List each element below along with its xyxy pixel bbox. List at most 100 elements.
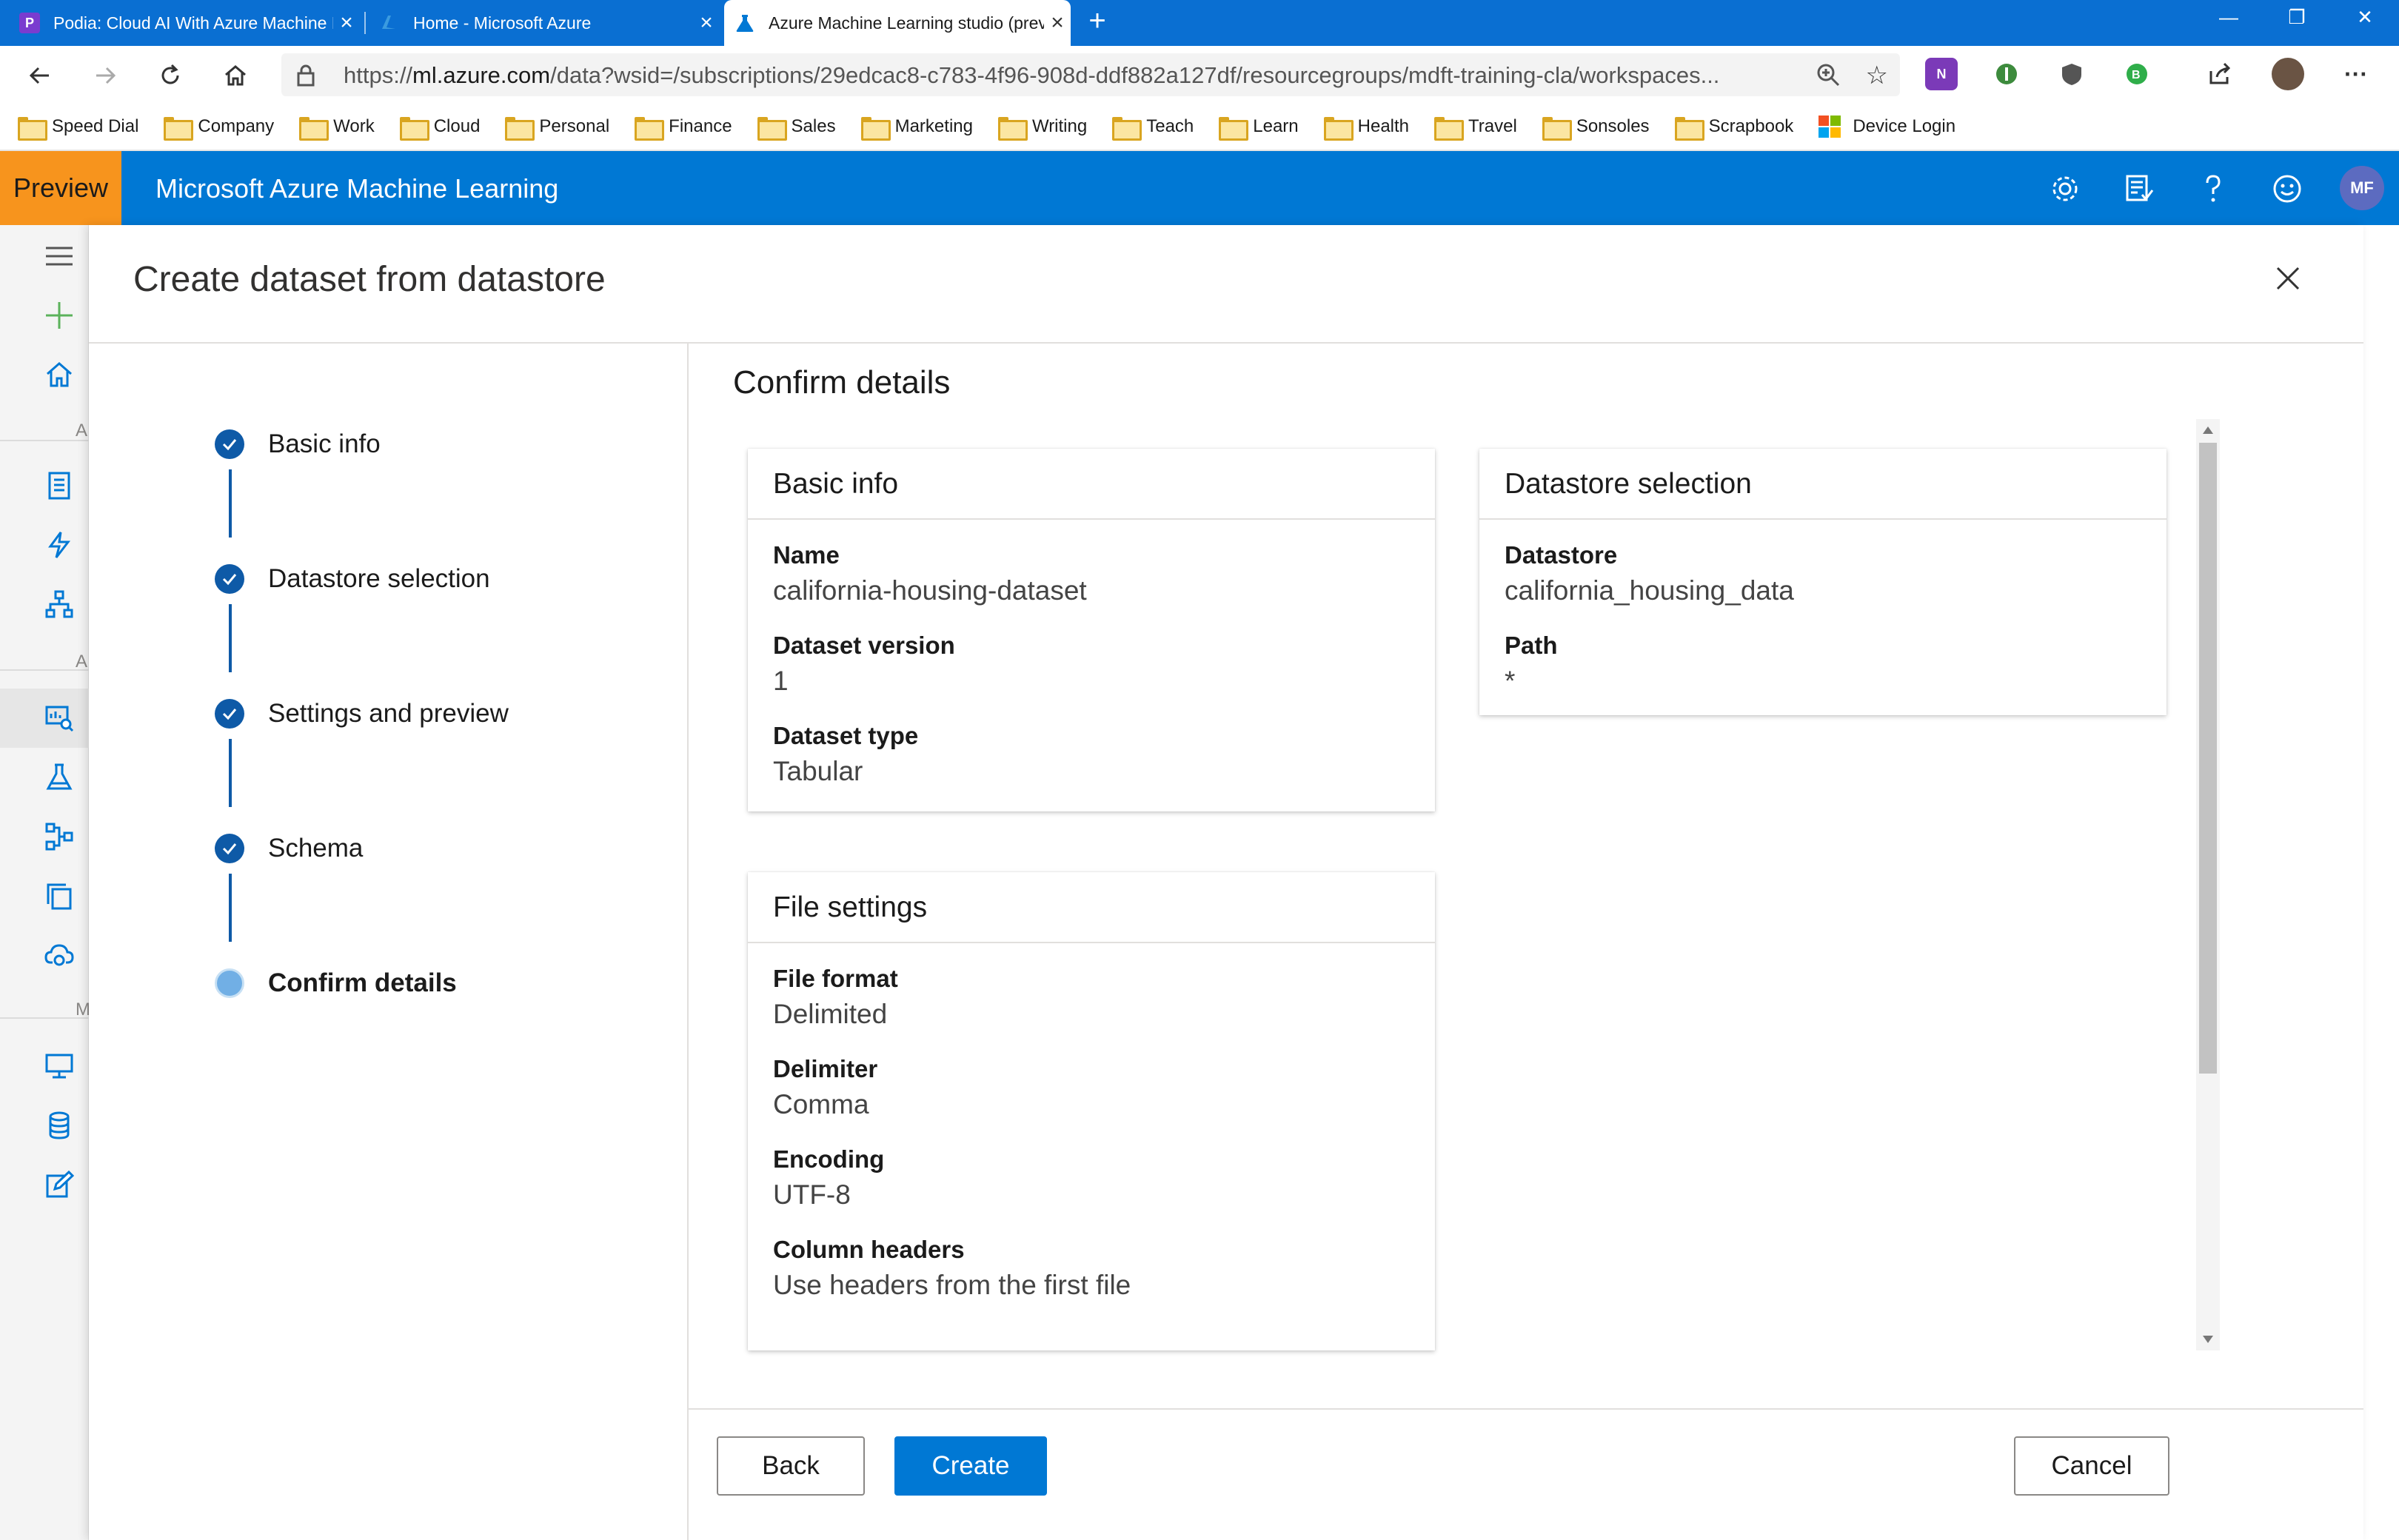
folder-icon <box>757 117 787 141</box>
check-icon <box>215 429 244 459</box>
bookmark-company[interactable]: Company <box>164 116 274 141</box>
bookmark-health[interactable]: Health <box>1323 116 1409 141</box>
field-delimiter: Delimiter Comma <box>748 1053 1435 1124</box>
field-value: Use headers from the first file <box>773 1270 1131 1300</box>
tab-title: Podia: Cloud AI With Azure Machine Learn… <box>53 13 333 33</box>
folder-icon <box>1542 117 1572 141</box>
scroll-up-arrow-icon[interactable] <box>2203 426 2213 434</box>
hamburger-menu-icon[interactable] <box>43 240 76 272</box>
close-tab-icon[interactable]: × <box>693 12 720 34</box>
step-confirm-details[interactable]: Confirm details <box>215 968 457 998</box>
bookmark-device-login[interactable]: Device Login <box>1819 116 1955 138</box>
automated-ml-icon[interactable] <box>43 529 76 561</box>
bookmark-scrapbook[interactable]: Scrapbook <box>1674 116 1793 141</box>
pipelines-icon[interactable] <box>43 820 76 853</box>
ublock-extension-icon[interactable] <box>2055 58 2088 90</box>
close-tab-icon[interactable]: × <box>333 12 360 34</box>
bookmark-marketing[interactable]: Marketing <box>860 116 973 141</box>
favorite-star-icon[interactable]: ☆ <box>1866 61 1888 90</box>
content-scrollbar[interactable] <box>2196 419 2220 1350</box>
bookmark-learn[interactable]: Learn <box>1219 116 1299 141</box>
step-label: Basic info <box>268 429 381 458</box>
step-datastore-selection[interactable]: Datastore selection <box>215 564 490 594</box>
bookmark-personal[interactable]: Personal <box>505 116 609 141</box>
bookmark-sonsoles[interactable]: Sonsoles <box>1542 116 1650 141</box>
field-value: Tabular <box>773 756 863 786</box>
share-icon[interactable] <box>2204 58 2236 90</box>
close-window-icon[interactable]: ✕ <box>2331 0 2399 36</box>
bookmark-label: Sonsoles <box>1576 116 1650 136</box>
plus-create-icon[interactable] <box>43 299 76 332</box>
bookmark-teach[interactable]: Teach <box>1112 116 1194 141</box>
minimize-window-icon[interactable]: — <box>2195 0 2263 36</box>
left-nav-rail: A A M <box>0 225 90 1540</box>
endpoints-cloud-icon[interactable] <box>43 939 76 971</box>
rail-divider <box>0 440 89 441</box>
browser-tab-azure-home[interactable]: Home - Microsoft Azure × <box>379 4 720 41</box>
field-path: Path * <box>1479 629 2167 700</box>
step-connector <box>229 604 232 672</box>
compute-monitor-icon[interactable] <box>43 1050 76 1082</box>
restore-window-icon[interactable]: ❐ <box>2263 0 2331 36</box>
smiley-feedback-icon[interactable] <box>2269 170 2306 207</box>
bookmark-travel[interactable]: Travel <box>1434 116 1517 141</box>
experiments-flask-icon[interactable] <box>43 761 76 794</box>
feedback-list-icon[interactable] <box>2121 170 2158 207</box>
step-schema[interactable]: Schema <box>215 834 363 863</box>
datastores-database-icon[interactable] <box>43 1109 76 1142</box>
cancel-button[interactable]: Cancel <box>2014 1436 2169 1496</box>
folder-icon <box>1434 117 1465 141</box>
notebook-icon[interactable] <box>43 469 76 502</box>
field-value: Comma <box>773 1089 869 1119</box>
card-heading: Datastore selection <box>1479 449 2167 520</box>
close-tab-icon[interactable]: × <box>1044 12 1071 34</box>
data-labeling-edit-icon[interactable] <box>43 1168 76 1201</box>
url-text: https://ml.azure.com/data?wsid=/subscrip… <box>344 62 1720 88</box>
refresh-icon[interactable] <box>150 55 191 96</box>
grammarly-extension-icon[interactable]: B <box>2121 58 2153 90</box>
bookmark-speed-dial[interactable]: Speed Dial <box>18 116 138 141</box>
user-avatar[interactable]: MF <box>2340 166 2384 210</box>
basic-info-card: Basic info Name california-housing-datas… <box>748 449 1435 811</box>
step-settings-and-preview[interactable]: Settings and preview <box>215 699 509 729</box>
bookmark-work[interactable]: Work <box>299 116 375 141</box>
address-bar[interactable]: https://ml.azure.com/data?wsid=/subscrip… <box>281 53 1900 96</box>
help-question-icon[interactable] <box>2195 170 2232 207</box>
designer-icon[interactable] <box>43 588 76 620</box>
profile-avatar[interactable] <box>2272 58 2304 90</box>
settings-gear-icon[interactable] <box>2047 170 2084 207</box>
home-icon[interactable] <box>43 358 76 391</box>
bookmark-writing[interactable]: Writing <box>997 116 1087 141</box>
datasets-icon[interactable] <box>43 702 76 734</box>
more-options-icon[interactable]: ··· <box>2340 58 2372 90</box>
onenote-extension-icon[interactable]: N <box>1925 58 1958 90</box>
close-panel-icon[interactable] <box>2272 262 2304 295</box>
back-button[interactable]: Back <box>717 1436 865 1496</box>
preview-badge[interactable]: Preview <box>0 151 121 225</box>
home-icon[interactable] <box>215 55 256 96</box>
back-arrow-icon[interactable] <box>19 55 61 96</box>
folder-icon <box>1323 117 1354 141</box>
scrollbar-thumb[interactable] <box>2199 443 2217 1074</box>
models-icon[interactable] <box>43 880 76 912</box>
scroll-down-arrow-icon[interactable] <box>2203 1336 2213 1343</box>
forward-arrow-icon[interactable] <box>84 55 126 96</box>
browser-tab-strip: P Podia: Cloud AI With Azure Machine Lea… <box>0 0 2399 46</box>
bookmark-label: Device Login <box>1853 116 1956 136</box>
bookmark-finance[interactable]: Finance <box>635 116 732 141</box>
zoom-icon[interactable] <box>1816 62 1841 91</box>
wizard-divider <box>687 344 689 1540</box>
browser-tab-azure-ml[interactable]: Azure Machine Learning studio (preview) … <box>724 0 1071 46</box>
bookmark-cloud[interactable]: Cloud <box>399 116 480 141</box>
file-settings-card: File settings File format Delimited Deli… <box>748 872 1435 1350</box>
new-tab-button[interactable]: + <box>1081 6 1114 38</box>
browser-tab-podia[interactable]: P Podia: Cloud AI With Azure Machine Lea… <box>19 4 360 41</box>
app-title[interactable]: Microsoft Azure Machine Learning <box>155 173 558 204</box>
shield-extension-icon[interactable] <box>1990 58 2023 90</box>
step-basic-info[interactable]: Basic info <box>215 429 381 459</box>
folder-icon <box>997 117 1028 141</box>
field-name: Name california-housing-dataset <box>748 539 1435 610</box>
folder-icon <box>1112 117 1142 141</box>
bookmark-sales[interactable]: Sales <box>757 116 836 141</box>
create-button[interactable]: Create <box>894 1436 1047 1496</box>
